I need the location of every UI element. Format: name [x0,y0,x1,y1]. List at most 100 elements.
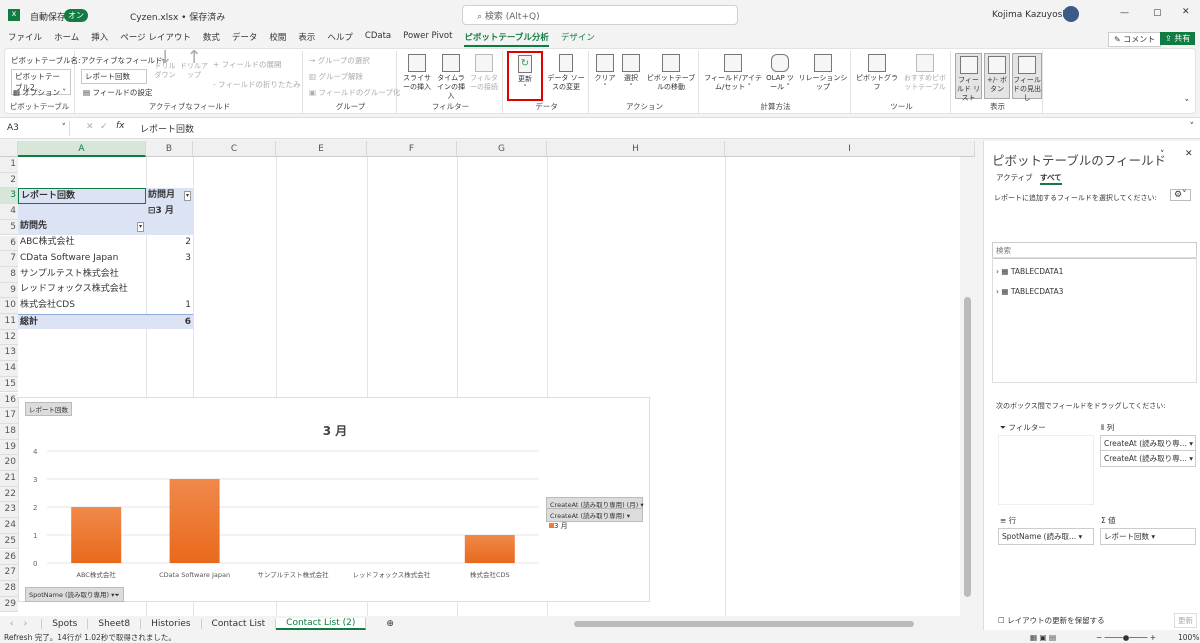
row-header[interactable]: 8 [0,266,18,283]
row-header[interactable]: 4 [0,204,18,220]
column-header[interactable]: E [276,141,367,157]
file-name[interactable]: Cyzen.xlsx • 保存済み [130,10,225,23]
tab-pivot-analyze[interactable]: ピボットテーブル分析 [464,31,549,47]
tab-data[interactable]: データ [232,31,258,47]
options-button[interactable]: ▦ オプション ˅ [13,87,66,98]
pivot-row-item[interactable]: サンプルテスト株式会社 [18,267,146,283]
legend-field-button[interactable]: CreateAt (読み取り専用) ▾ [546,508,643,522]
table-item[interactable]: › ▦ TABLECDATA1 [996,267,1063,276]
row-header[interactable]: 1 [0,157,18,173]
active-field-input[interactable]: レポート回数 [81,69,147,84]
column-header[interactable]: G [457,141,547,157]
defer-update-checkbox[interactable]: ☐ レイアウトの更新を保留する [998,615,1105,626]
drill-down-button[interactable]: ↓ ドリル ダウン [153,49,177,80]
tab-file[interactable]: ファイル [8,31,42,47]
row-header[interactable]: 22 [0,486,18,503]
vertical-scrollbar[interactable] [960,157,975,616]
buttons-toggle[interactable]: +/- ボタン [984,53,1010,99]
tab-insert[interactable]: 挿入 [91,31,108,47]
column-header[interactable]: F [367,141,457,157]
row-header[interactable]: 2 [0,172,18,189]
row-header[interactable]: 15 [0,376,18,393]
sheet-tab[interactable]: Histories [141,619,202,629]
column-header[interactable]: I [725,141,975,157]
row-header[interactable]: 16 [0,392,18,409]
bar[interactable] [71,507,122,563]
field-list-toggle[interactable]: フィールド リスト [955,53,982,102]
legend-entry[interactable]: 3 月 [549,521,568,531]
name-box[interactable]: A3 ˅ [4,121,70,136]
view-buttons[interactable]: ▦ ▣ ▤ [1030,632,1056,643]
pane-options-icon[interactable]: ˅ [1160,150,1165,160]
ungroup-button[interactable]: ▥ グループ解除 [309,71,363,82]
enter-icon[interactable]: ✓ [100,122,108,132]
row-header[interactable]: 11 [0,314,18,330]
minimize-icon[interactable]: — [1120,8,1129,18]
pivot-row-item[interactable]: CData Software Japan [18,251,146,267]
field-settings-button[interactable]: ▤ フィールドの設定 [83,87,152,98]
gear-icon[interactable]: ⚙˅ [1170,189,1191,201]
select-all[interactable] [0,141,18,157]
pivotchart-button[interactable]: ピボットグラフ [855,54,899,92]
pivot-value-cell[interactable]: 1 [146,298,193,314]
avatar[interactable] [1063,6,1079,22]
row-header[interactable]: 19 [0,439,18,456]
tab-power-pivot[interactable]: Power Pivot [403,31,452,47]
filter-connections-button[interactable]: フィルターの接続 [469,54,499,92]
insert-timeline-button[interactable]: タイムラインの挿入 [435,54,467,101]
restore-icon[interactable]: ▢ [1153,8,1162,18]
user-name[interactable]: Kojima Kazuyoshi [992,10,1071,20]
column-header[interactable]: H [547,141,725,157]
search-input[interactable]: ⌕ 検索 (Alt+Q) [462,5,738,25]
row-header[interactable]: 14 [0,361,18,377]
share-button[interactable]: ⇪ 共有 [1160,32,1196,45]
tab-design[interactable]: デザイン [561,31,595,47]
drill-up-button[interactable]: ↑ ドリルアップ [179,49,209,80]
collapse-ribbon-icon[interactable]: ˅ [1185,99,1190,109]
pivot-row-item[interactable]: レッドフォックス株式会社 [18,282,146,298]
axis-field-button[interactable]: SpotName (読み取り専用) ▾⏷ [25,587,124,602]
value-field-item[interactable]: レポート回数 ▾ [1100,528,1196,545]
row-header[interactable]: 27 [0,565,18,581]
add-sheet-icon[interactable]: ⊕ [366,619,414,629]
expand-field-button[interactable]: + フィールドの展開 [213,59,282,70]
next-sheet-icon[interactable]: › [24,619,43,629]
row-field-item[interactable]: SpotName (読み取... ▾ [998,528,1094,545]
row-header[interactable]: 29 [0,596,18,613]
bar[interactable] [464,535,515,563]
zoom-slider[interactable]: − ────●──── + [1096,632,1156,643]
table-item[interactable]: › ▦ TABLECDATA3 [996,287,1063,296]
row-header[interactable]: 25 [0,533,18,550]
pivot-column-label[interactable]: 訪問月 ▾ [146,188,193,204]
close-icon[interactable]: ✕ [1182,7,1190,17]
autosave-toggle[interactable]: オン [64,9,88,22]
recommended-pivot-button[interactable]: おすすめピボットテーブル [901,54,949,92]
collapse-field-button[interactable]: - フィールドの折りたたみ [213,79,300,90]
scrollbar-thumb[interactable] [964,297,971,597]
row-header[interactable]: 17 [0,408,18,424]
tab-help[interactable]: ヘルプ [327,31,353,47]
tab-view[interactable]: 表示 [298,31,315,47]
pane-close-icon[interactable]: ✕ [1185,149,1193,159]
row-header[interactable]: 13 [0,345,18,362]
row-header[interactable]: 6 [0,235,18,252]
insert-slicer-button[interactable]: スライサーの挿入 [401,54,433,92]
row-header[interactable]: 24 [0,518,18,534]
column-header[interactable]: A [18,141,146,157]
zoom-level[interactable]: 100% [1178,632,1199,643]
select-button[interactable]: 選択 ˅ [619,54,643,92]
row-header[interactable]: 26 [0,549,18,566]
sheet-tab[interactable]: Contact List [202,619,277,629]
tab-formulas[interactable]: 数式 [203,31,220,47]
row-header[interactable]: 10 [0,298,18,314]
row-header[interactable]: 9 [0,282,18,299]
pivot-month-header[interactable]: ⊟3 月 [146,203,193,220]
row-header[interactable]: 20 [0,455,18,471]
sheet-tab[interactable]: Sheet8 [88,619,142,629]
pivot-row-item[interactable]: 株式会社CDS [18,298,146,314]
sheet-tab-active[interactable]: Contact List (2) [276,618,367,630]
row-header[interactable]: 23 [0,502,18,519]
column-header[interactable]: B [146,141,193,157]
sheet-tab[interactable]: Spots [42,619,89,629]
cancel-icon[interactable]: ✕ [86,122,94,132]
